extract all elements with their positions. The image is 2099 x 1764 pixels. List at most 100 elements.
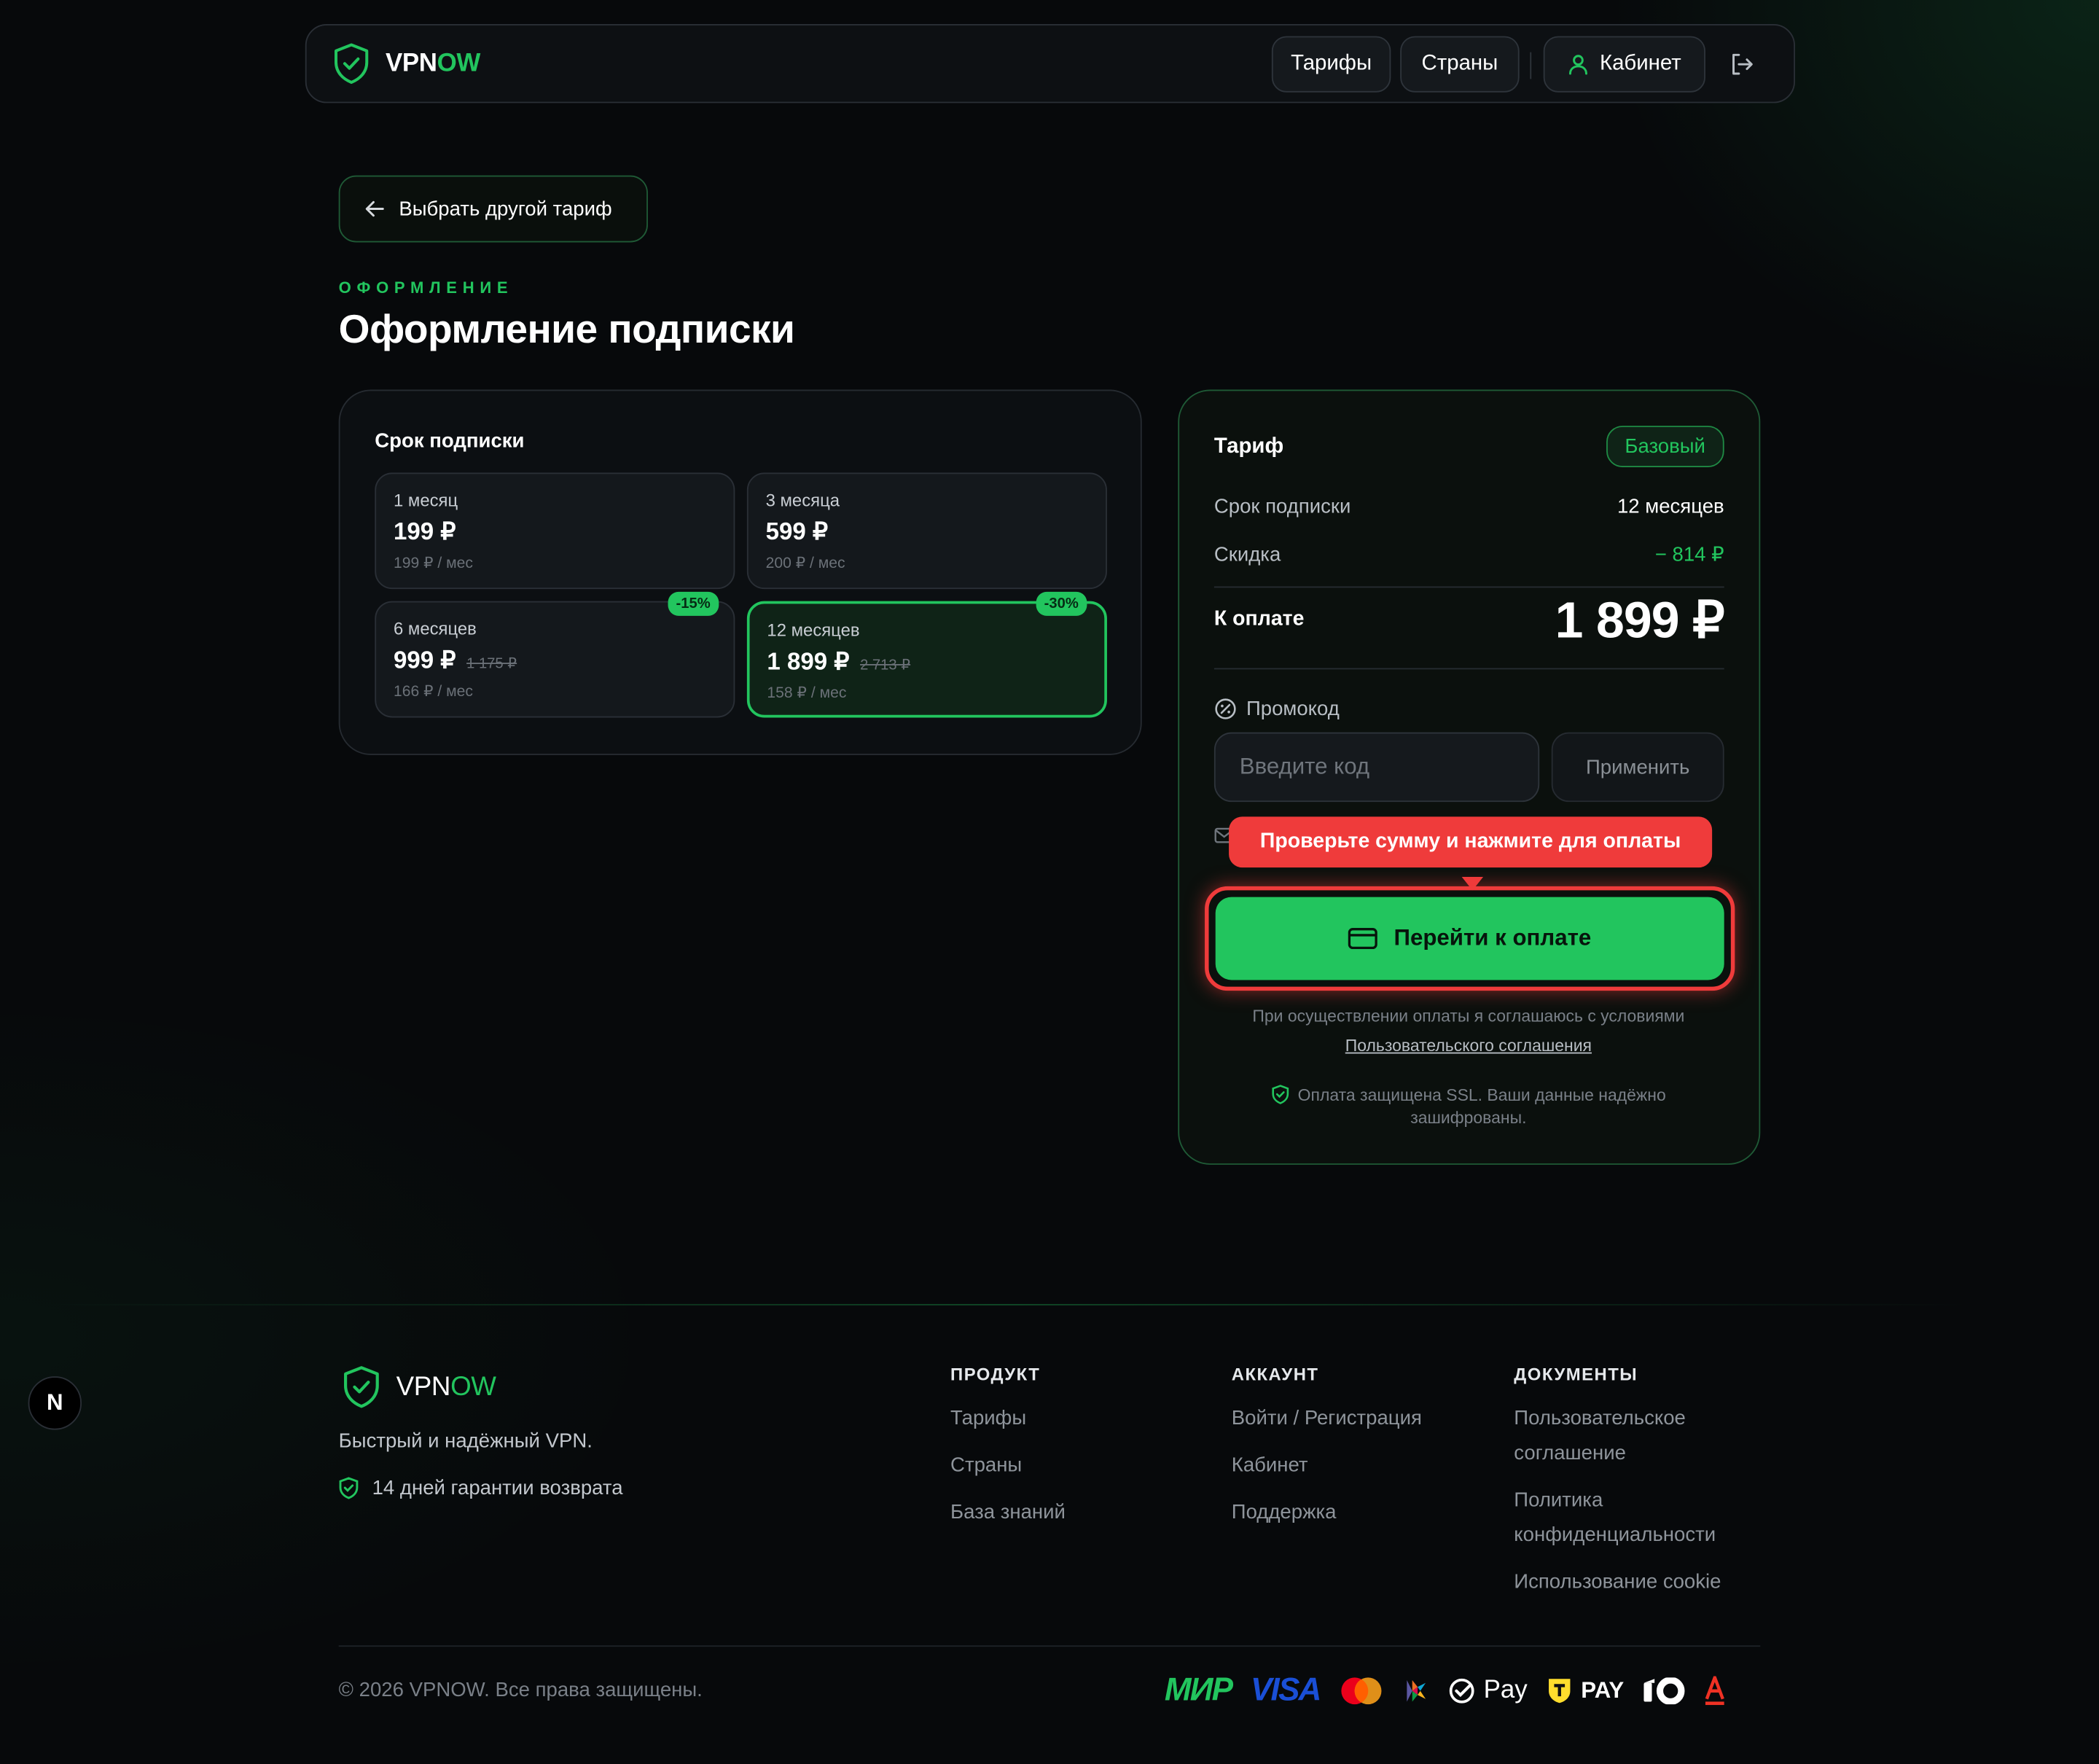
footer-link-tariffs[interactable]: Тарифы	[950, 1402, 1066, 1437]
logo-prefix: VPN	[385, 49, 437, 77]
nav-cabinet-label: Кабинет	[1599, 52, 1681, 75]
alfa-bank-icon	[1705, 1676, 1725, 1706]
go-to-payment-button[interactable]: Перейти к оплате	[1215, 897, 1724, 980]
duration-option-12-selected[interactable]: 12 месяцев 1 899 ₽ 2 713 ₽ 158 ₽ / мес	[746, 601, 1107, 718]
tariff-label: Тариф	[1213, 434, 1284, 458]
hint-tooltip: Проверьте сумму и нажмите для оплаты	[1229, 816, 1713, 868]
duration-card: Срок подписки 1 месяц 199 ₽ 199 ₽ / мес …	[338, 389, 1142, 755]
option-name: 3 месяца	[765, 490, 840, 510]
summary-divider	[1213, 586, 1724, 588]
duration-option-6[interactable]: 6 месяцев 999 ₽ 1 175 ₽ 166 ₽ / мес	[375, 601, 735, 718]
sber-pay-logo: Pay	[1449, 1677, 1528, 1706]
footer-col-account: АККАУНТ Войти / Регистрация Кабинет Подд…	[1232, 1365, 1422, 1531]
footer-link-countries[interactable]: Страны	[950, 1448, 1066, 1483]
link-line: конфиденциальности	[1514, 1523, 1716, 1547]
t-bank-shield-icon	[1549, 1679, 1571, 1703]
option-name: 6 месяцев	[393, 618, 477, 639]
option-price: 199 ₽	[393, 518, 456, 545]
footer-col-documents: ДОКУМЕНТЫ Пользовательское соглашение По…	[1514, 1365, 1721, 1600]
nav-tariffs-button[interactable]: Тарифы	[1271, 36, 1391, 93]
discount-badge-30: -30%	[1036, 591, 1087, 616]
total-label: К оплате	[1213, 607, 1305, 631]
sbp-icon	[1407, 1680, 1426, 1702]
pay-button-label: Перейти к оплате	[1394, 925, 1592, 951]
logout-icon[interactable]	[1729, 52, 1754, 77]
nav-cabinet-button[interactable]: Кабинет	[1543, 36, 1705, 93]
arrow-left-icon	[365, 200, 384, 217]
apply-label: Применить	[1586, 755, 1690, 779]
footer-col-title: АККАУНТ	[1231, 1364, 1319, 1385]
total-value: 1 899 ₽	[1555, 592, 1725, 649]
nav-tariffs-label: Тарифы	[1291, 52, 1372, 75]
footer-link-cookies[interactable]: Использование cookie	[1514, 1565, 1721, 1600]
t-pay-logo: PAY	[1546, 1677, 1624, 1704]
option-per-month: 166 ₽ / мес	[393, 684, 473, 700]
option-per-month: 158 ₽ / мес	[767, 685, 847, 702]
option-name: 12 месяцев	[767, 620, 860, 640]
footer-link-user-agreement[interactable]: Пользовательское соглашение	[1514, 1402, 1721, 1472]
option-old-price: 1 175 ₽	[466, 655, 517, 673]
link-line: соглашение	[1514, 1442, 1626, 1465]
user-agreement-link[interactable]: Пользовательского соглашения	[1345, 1037, 1592, 1055]
visa-logo: VISA	[1250, 1672, 1321, 1709]
discount-badge-15: -15%	[668, 591, 719, 616]
sber-pay-label: Pay	[1483, 1676, 1528, 1705]
footer-logo-suffix: OW	[450, 1371, 496, 1402]
ssl-shield-icon	[1271, 1085, 1289, 1104]
footer-link-knowledge-base[interactable]: База знаний	[950, 1496, 1066, 1531]
page-title: Оформление подписки	[338, 308, 795, 353]
nav-countries-button[interactable]: Страны	[1400, 36, 1520, 93]
duration-option-1[interactable]: 1 месяц 199 ₽ 199 ₽ / мес	[375, 472, 735, 590]
footer-logo-prefix: VPN	[396, 1371, 451, 1402]
shield-check-icon	[334, 43, 369, 84]
copyright: © 2026 VPNOW. Все права защищены.	[338, 1679, 703, 1702]
nav-countries-label: Страны	[1421, 52, 1498, 75]
mastercard-icon	[1341, 1677, 1382, 1705]
tooltip-text: Проверьте сумму и нажмите для оплаты	[1259, 830, 1681, 853]
t-pay-label: PAY	[1581, 1677, 1625, 1703]
apply-promo-button[interactable]: Применить	[1551, 732, 1724, 803]
footer-col-title: ДОКУМЕНТЫ	[1514, 1364, 1638, 1385]
footer-divider	[40, 1303, 1968, 1306]
ssl-text-line1: Оплата защищена SSL. Ваши данные надёжно	[1297, 1085, 1666, 1104]
link-line: Политика	[1514, 1488, 1603, 1512]
floating-button-label: N	[47, 1389, 63, 1416]
footer-link-privacy-policy[interactable]: Политика конфиденциальности	[1514, 1483, 1721, 1553]
footer-tagline: Быстрый и надёжный VPN.	[338, 1429, 593, 1453]
header-logo[interactable]: VPNOW	[333, 43, 480, 85]
guarantee-shield-icon	[339, 1477, 359, 1499]
sber-check-icon	[1450, 1678, 1475, 1703]
footer-link-cabinet[interactable]: Кабинет	[1232, 1448, 1422, 1483]
footer-col-title: ПРОДУКТ	[950, 1364, 1041, 1385]
discount-label: Скидка	[1213, 542, 1281, 566]
link-line: Пользовательское	[1514, 1407, 1686, 1430]
order-summary-card: Тариф Базовый Срок подписки 12 месяцев С…	[1178, 389, 1761, 1165]
duration-title: Срок подписки	[375, 429, 525, 453]
top-navbar: VPNOW Тарифы Страны Кабинет	[305, 24, 1796, 104]
promo-placeholder: Введите код	[1239, 754, 1370, 779]
footer-link-support[interactable]: Поддержка	[1232, 1496, 1422, 1531]
user-icon	[1569, 55, 1588, 75]
promo-label: Промокод	[1246, 697, 1340, 721]
option-name: 1 месяц	[393, 490, 458, 510]
option-per-month: 199 ₽ / мес	[393, 555, 473, 572]
nav-divider	[1530, 52, 1532, 79]
back-button-label: Выбрать другой тариф	[399, 197, 612, 221]
duration-option-3[interactable]: 3 месяца 599 ₽ 200 ₽ / мес	[746, 472, 1107, 590]
credit-card-icon	[1348, 928, 1378, 950]
yoomoney-icon	[1643, 1677, 1685, 1705]
footer-link-login[interactable]: Войти / Регистрация	[1232, 1402, 1422, 1437]
logo-suffix: OW	[437, 49, 481, 77]
mir-logo: МИР	[1164, 1672, 1233, 1709]
ssl-text-line2: зашифрованы.	[1410, 1108, 1527, 1128]
section-eyebrow: ОФОРМЛЕНИЕ	[338, 278, 514, 297]
choose-other-tariff-button[interactable]: Выбрать другой тариф	[338, 175, 648, 243]
tariff-badge: Базовый	[1606, 426, 1724, 468]
promo-code-input[interactable]: Введите код	[1213, 732, 1540, 803]
footer-bottom-divider	[338, 1645, 1761, 1647]
option-old-price: 2 713 ₽	[860, 657, 911, 674]
option-per-month: 200 ₽ / мес	[765, 555, 845, 572]
floating-n-button[interactable]: N	[28, 1376, 82, 1430]
footer-logo[interactable]: VPNOW	[343, 1365, 496, 1408]
option-price: 1 899 ₽	[767, 647, 850, 675]
